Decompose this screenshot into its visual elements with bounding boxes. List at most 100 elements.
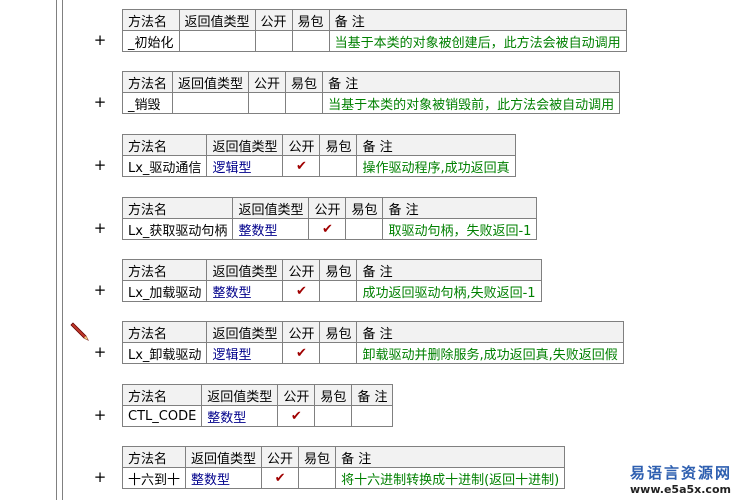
header-easy-pack: 易包 (314, 384, 353, 406)
return-type[interactable]: 逻辑型 (206, 155, 284, 177)
easy-pack-cell[interactable] (319, 280, 358, 302)
easy-pack-cell[interactable] (291, 30, 330, 52)
method-note[interactable]: 成功返回驱动句柄,失败返回-1 (356, 280, 542, 302)
return-type[interactable]: 整数型 (185, 467, 263, 489)
return-type[interactable] (172, 92, 250, 114)
method-note[interactable]: 将十六进制转换成十进制(返回十进制) (335, 467, 566, 489)
easy-pack-cell[interactable] (285, 92, 324, 114)
header-note: 备 注 (322, 71, 621, 93)
value-row[interactable]: 十六到十 整数型 ✔ 将十六进制转换成十进制(返回十进制) (121, 467, 566, 489)
header-row: 方法名 返回值类型 公开 易包备 注 (121, 446, 566, 468)
return-type[interactable]: 逻辑型 (206, 342, 284, 364)
watermark-title: 易语言资源网 (630, 464, 733, 482)
header-public: 公开 (282, 134, 321, 156)
value-row[interactable]: Lx_卸载驱动 逻辑型 ✔ 卸载驱动并删除服务,成功返回真,失败返回假 (121, 342, 624, 364)
public-cell[interactable]: ✔ (261, 467, 300, 489)
header-public: 公开 (282, 259, 321, 281)
expand-button[interactable]: + (92, 29, 108, 51)
value-row[interactable]: Lx_获取驱动句柄 整数型 ✔ 取驱动句柄，失败返回-1 (121, 218, 538, 240)
check-icon: ✔ (296, 283, 307, 299)
method-note[interactable]: 当基于本类的对象被创建后，此方法会被自动调用 (328, 30, 627, 52)
header-name: 方法名 (121, 384, 203, 406)
easy-pack-cell[interactable] (319, 342, 358, 364)
method-note[interactable]: 操作驱动程序,成功返回真 (356, 155, 516, 177)
expand-button[interactable]: + (92, 279, 108, 301)
header-row: 方法名 返回值类型 公开 易包备 注 (121, 134, 516, 156)
method-name[interactable]: Lx_加载驱动 (121, 280, 208, 302)
method-table: 方法名 返回值类型 公开 易包备 注 _销毁 当基于本类的对象被销毁前，此方法会被自动调用 (121, 71, 621, 114)
header-public: 公开 (261, 446, 300, 468)
value-row[interactable]: Lx_加载驱动 整数型 ✔ 成功返回驱动句柄,失败返回-1 (121, 280, 542, 302)
header-easy-pack: 易包 (319, 134, 358, 156)
header-easy-pack: 易包 (345, 197, 384, 219)
method-name[interactable]: Lx_卸载驱动 (121, 342, 208, 364)
header-return-type: 返回值类型 (232, 197, 310, 219)
method-note[interactable]: 卸载驱动并删除服务,成功返回真,失败返回假 (356, 342, 624, 364)
header-name: 方法名 (121, 446, 187, 468)
method-name[interactable]: _初始化 (122, 30, 180, 52)
method-note[interactable] (351, 405, 394, 427)
header-name: 方法名 (121, 259, 208, 281)
public-cell[interactable]: ✔ (282, 342, 321, 364)
header-name: 方法名 (121, 134, 208, 156)
header-note: 备 注 (351, 384, 394, 406)
header-easy-pack: 易包 (319, 259, 358, 281)
header-row: 方法名 返回值类型 公开 易包备 注 (121, 259, 542, 281)
header-note: 备 注 (356, 321, 624, 343)
header-note: 备 注 (356, 134, 516, 156)
expand-button[interactable]: + (92, 466, 108, 488)
public-cell[interactable]: ✔ (277, 405, 316, 427)
header-row: 方法名 返回值类型 公开 易包备 注 (121, 321, 624, 343)
header-return-type: 返回值类型 (206, 321, 284, 343)
public-cell[interactable]: ✔ (282, 280, 321, 302)
public-cell[interactable] (248, 92, 287, 114)
method-name[interactable]: _销毁 (121, 92, 174, 114)
return-type[interactable]: 整数型 (232, 218, 310, 240)
method-name[interactable]: CTL_CODE (121, 405, 203, 427)
public-cell[interactable]: ✔ (308, 218, 347, 240)
public-cell[interactable] (254, 30, 293, 52)
header-public: 公开 (277, 384, 316, 406)
header-easy-pack: 易包 (319, 321, 358, 343)
method-name[interactable]: Lx_驱动通信 (121, 155, 208, 177)
return-type[interactable]: 整数型 (206, 280, 284, 302)
gutter-divider (62, 0, 63, 500)
method-note[interactable]: 当基于本类的对象被销毁前，此方法会被自动调用 (322, 92, 621, 114)
header-public: 公开 (282, 321, 321, 343)
expand-button[interactable]: + (92, 154, 108, 176)
header-note: 备 注 (335, 446, 566, 468)
check-icon: ✔ (296, 158, 307, 174)
value-row[interactable]: Lx_驱动通信 逻辑型 ✔ 操作驱动程序,成功返回真 (121, 155, 516, 177)
public-cell[interactable]: ✔ (282, 155, 321, 177)
method-table: 方法名 返回值类型 公开 易包备 注 Lx_驱动通信 逻辑型 ✔ 操作驱动程序,成功返回真 (121, 134, 516, 177)
easy-pack-cell[interactable] (314, 405, 353, 427)
easy-pack-cell[interactable] (298, 467, 337, 489)
easy-pack-cell[interactable] (319, 155, 358, 177)
header-return-type: 返回值类型 (201, 384, 279, 406)
header-name: 方法名 (121, 197, 234, 219)
method-note[interactable]: 取驱动句柄，失败返回-1 (382, 218, 538, 240)
header-return-type: 返回值类型 (178, 9, 256, 31)
return-type[interactable] (178, 30, 256, 52)
method-table: 方法名 返回值类型 公开 易包备 注 Lx_获取驱动句柄 整数型 ✔ 取驱动句柄，失败返回-1 (121, 197, 538, 240)
method-name[interactable]: Lx_获取驱动句柄 (121, 218, 234, 240)
easy-pack-cell[interactable] (345, 218, 384, 240)
expand-button[interactable]: + (92, 404, 108, 426)
method-name[interactable]: 十六到十 (121, 467, 187, 489)
header-name: 方法名 (121, 71, 174, 93)
expand-button[interactable]: + (92, 91, 108, 113)
check-icon: ✔ (322, 221, 333, 237)
header-return-type: 返回值类型 (206, 259, 284, 281)
header-name: 方法名 (121, 321, 208, 343)
header-return-type: 返回值类型 (206, 134, 284, 156)
pencil-icon (70, 322, 89, 341)
header-row: 方法名 返回值类型 公开 易包备 注 (121, 71, 621, 93)
value-row[interactable]: _初始化 当基于本类的对象被创建后，此方法会被自动调用 (122, 30, 627, 52)
header-name: 方法名 (122, 9, 180, 31)
return-type[interactable]: 整数型 (201, 405, 279, 427)
expand-button[interactable]: + (92, 341, 108, 363)
watermark-url: www.e5a5x.com (630, 483, 731, 496)
value-row[interactable]: _销毁 当基于本类的对象被销毁前，此方法会被自动调用 (121, 92, 621, 114)
value-row[interactable]: CTL_CODE 整数型 ✔ (121, 405, 394, 427)
expand-button[interactable]: + (92, 217, 108, 239)
